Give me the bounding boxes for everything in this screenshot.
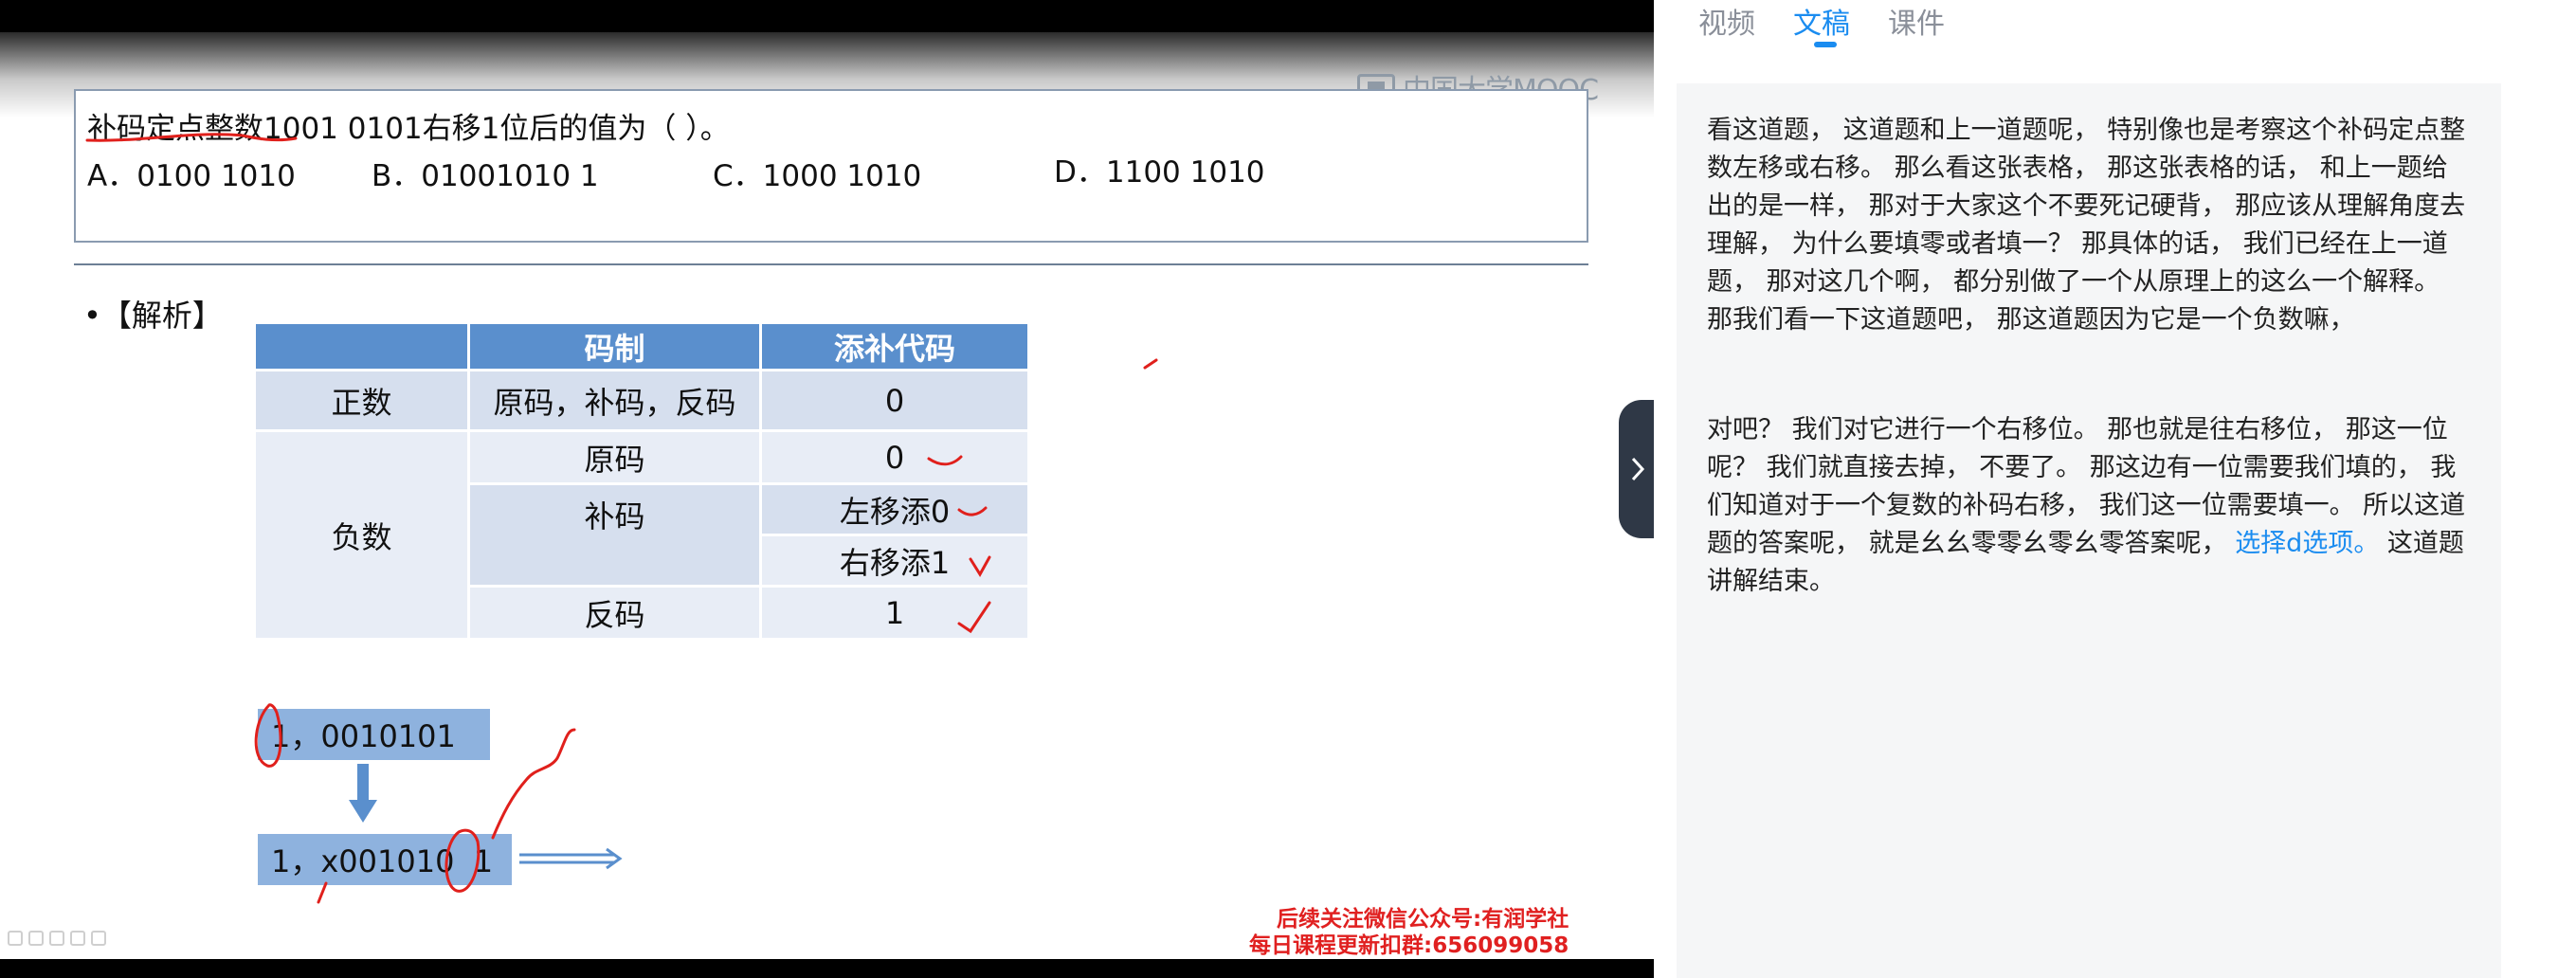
side-panel: 视频 文稿 课件 看这道题， 这道题和上一道题呢， 特别像也是考察这个补码定点整…: [1654, 0, 2576, 978]
collapse-panel-button[interactable]: [1619, 400, 1657, 538]
curve-line: [491, 728, 576, 840]
option-d: D．1100 1010: [1054, 155, 1265, 190]
transcript-paragraph: 看这道题， 这道题和上一道题呢， 特别像也是考察这个补码定点整数左移或右移。 那…: [1707, 116, 2466, 335]
tab-courseware[interactable]: 课件: [1888, 0, 1945, 57]
question-box: 补码定点整数1001 0101右移1位后的值为（ ）。 A．0100 1010 …: [74, 89, 1588, 243]
table-header-cell: 码制: [470, 324, 762, 371]
tab-video[interactable]: 视频: [1698, 0, 1755, 57]
answer-link[interactable]: 选择d选项。: [2235, 529, 2379, 558]
pointer-tool-icon[interactable]: [70, 931, 85, 946]
side-tabs: 视频 文稿 课件: [1698, 0, 1945, 57]
option-a: A．0100 1010: [87, 159, 296, 193]
table-cell: 原码: [470, 432, 762, 485]
fill-code-table: 码制 添补代码 正数 原码，补码，反码 0 负数 原码 0 补码 左移添0 右移…: [256, 324, 1030, 641]
video-player[interactable]: 中国大学MOOC 补码定点整数1001 0101右移1位后的值为（ ）。 A．0…: [0, 0, 1654, 978]
pen-tool-icon[interactable]: [8, 931, 23, 946]
table-row: 正数 原码，补码，反码 0: [256, 371, 1030, 432]
transcript-paragraph: 对吧？ 我们对它进行一个右移位。 那也就是往右移位， 那这一位呢？ 我们就直接去…: [1707, 411, 2473, 601]
analysis-label: •【解析】: [83, 298, 223, 334]
promo-line-2: 每日课程更新扣群:656099058: [1249, 933, 1569, 958]
transcript-card: 看这道题， 这道题和上一道题呢， 特别像也是考察这个补码定点整数左移或右移。 那…: [1677, 83, 2501, 978]
screen: 中国大学MOOC 补码定点整数1001 0101右移1位后的值为（ ）。 A．0…: [0, 0, 2576, 978]
video-bottom-bar: [0, 959, 1654, 978]
table-cell: 1: [762, 588, 1030, 641]
chevron-right-icon: [1631, 457, 1645, 481]
table-header-cell: [256, 324, 470, 371]
option-b: B．01001010 1: [372, 159, 599, 193]
screen-tool-icon[interactable]: [91, 931, 106, 946]
question-title: 补码定点整数1001 0101右移1位后的值为（ ）。: [87, 112, 730, 146]
table-cell: 右移添1: [762, 536, 1030, 588]
divider: [74, 263, 1588, 265]
double-arrow-icon: [519, 847, 623, 870]
ink-dot: [1143, 358, 1158, 370]
binary-before-box: 1，0010101: [258, 709, 490, 760]
option-c: C．1000 1010: [713, 159, 922, 193]
table-cell: 左移添0: [762, 485, 1030, 536]
table-cell: 补码: [470, 485, 762, 588]
binary-after-box: 1，x001010 1: [258, 834, 512, 885]
promo-text: 后续关注微信公众号:有润学社 每日课程更新扣群:656099058: [1249, 906, 1569, 959]
tab-transcript[interactable]: 文稿: [1793, 0, 1850, 57]
table-header-row: 码制 添补代码: [256, 324, 1030, 371]
table-cell: 原码，补码，反码: [470, 371, 762, 432]
table-cell: 负数: [256, 432, 470, 641]
ink-tick: [317, 881, 328, 904]
table-header-cell: 添补代码: [762, 324, 1030, 371]
shape-tool-icon[interactable]: [49, 931, 64, 946]
drawing-toolbar[interactable]: [8, 931, 106, 946]
table-cell: 正数: [256, 371, 470, 432]
down-arrow-icon: [349, 764, 377, 823]
video-top-bar: [0, 0, 1654, 32]
table-cell: 0: [762, 371, 1030, 432]
eraser-tool-icon[interactable]: [28, 931, 44, 946]
table-row: 负数 原码 0: [256, 432, 1030, 641]
table-cell: 反码: [470, 588, 762, 641]
promo-line-1: 后续关注微信公众号:有润学社: [1277, 907, 1569, 932]
table-cell: 0: [762, 432, 1030, 485]
